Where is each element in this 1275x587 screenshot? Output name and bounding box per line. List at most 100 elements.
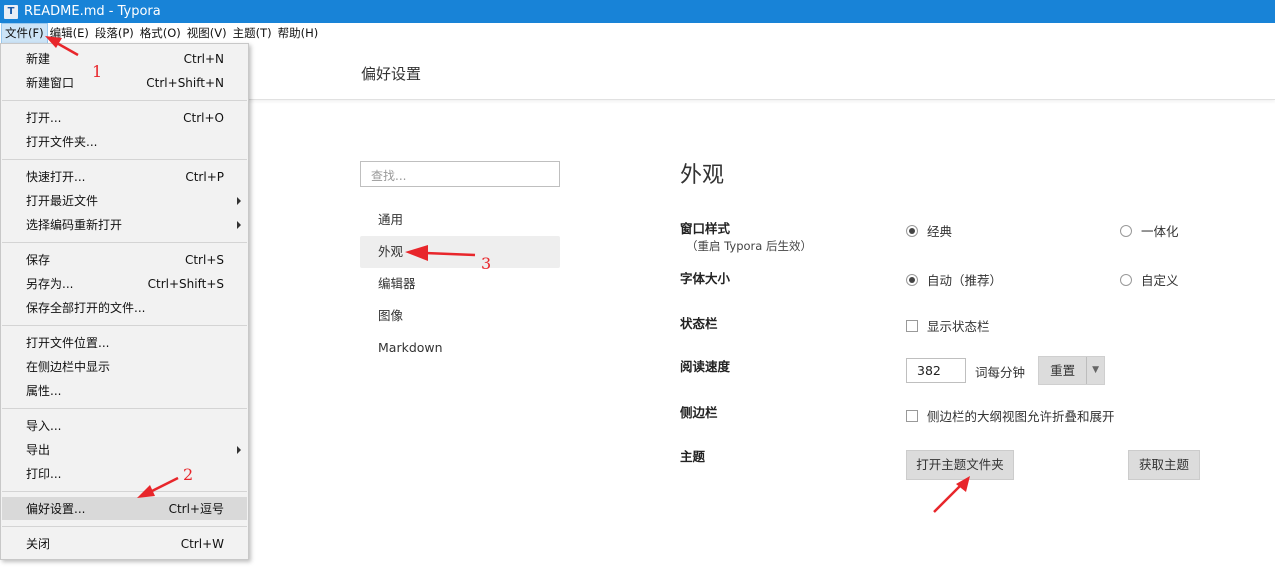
radio-label: 自定义 — [1141, 273, 1179, 288]
radio-label: 自动（推荐） — [927, 273, 1003, 288]
checkbox-label: 显示状态栏 — [927, 319, 990, 334]
menu-item-label: 在侧边栏中显示 — [26, 360, 111, 374]
reset-split-button: 重置 ▼ — [1038, 356, 1105, 385]
page-title: 偏好设置 — [361, 65, 422, 83]
typora-window: T README.md - Typora 文件(F) 编辑(E) 段落(P) 格… — [0, 0, 1275, 587]
file-menu-dropdown: 新建 Ctrl+N 新建窗口 Ctrl+Shift+N 打开... Ctrl+O… — [0, 43, 249, 560]
window-style-unified-radio[interactable]: 一体化 — [1120, 221, 1179, 240]
window-style-label: 窗口样式 — [680, 221, 731, 236]
submenu-arrow-icon — [237, 445, 241, 454]
window-style-note: （重启 Typora 后生效） — [686, 239, 812, 253]
menu-item-label: 偏好设置... — [26, 502, 86, 516]
menu-item-label: 打印... — [26, 467, 62, 481]
nav-item-general[interactable]: 通用 — [360, 204, 560, 236]
annotation-arrow-4 — [933, 485, 961, 513]
window-style-classic-radio[interactable]: 经典 — [906, 221, 952, 240]
theme-label: 主题 — [680, 449, 706, 464]
menu-item-open-location[interactable]: 打开文件位置... — [2, 331, 247, 354]
menu-item-label: 导出 — [26, 443, 51, 457]
menu-item-shortcut: Ctrl+Shift+S — [147, 276, 224, 291]
menu-item-save-as[interactable]: 另存为... Ctrl+Shift+S — [2, 272, 247, 295]
nav-item-editor[interactable]: 编辑器 — [360, 268, 560, 300]
menu-item-open[interactable]: 打开... Ctrl+O — [2, 106, 247, 129]
menu-item-open-folder[interactable]: 打开文件夹... — [2, 130, 247, 153]
reading-speed-input[interactable]: 382 — [906, 358, 966, 383]
menu-item-shortcut: Ctrl+Shift+N — [146, 75, 224, 90]
checkbox-unchecked-icon — [906, 409, 918, 422]
show-status-bar-checkbox[interactable]: 显示状态栏 — [906, 316, 990, 335]
nav-item-image[interactable]: 图像 — [360, 300, 560, 332]
checkbox-unchecked-icon — [906, 319, 918, 332]
radio-selected-icon — [906, 224, 918, 237]
menu-item-shortcut: Ctrl+O — [183, 110, 224, 125]
menu-separator — [2, 526, 247, 527]
submenu-arrow-icon — [237, 196, 241, 205]
menu-view[interactable]: 视图(V) — [184, 24, 230, 43]
menu-item-reveal-sidebar[interactable]: 在侧边栏中显示 — [2, 355, 247, 378]
radio-unselected-icon — [1120, 273, 1132, 286]
menu-item-save-all[interactable]: 保存全部打开的文件... — [2, 296, 247, 319]
radio-selected-icon — [906, 273, 918, 286]
reading-speed-unit: 词每分钟 — [975, 365, 1026, 380]
menu-item-close[interactable]: 关闭 Ctrl+W — [2, 532, 247, 555]
menu-item-export[interactable]: 导出 — [2, 438, 247, 461]
reset-button[interactable]: 重置 — [1039, 357, 1086, 384]
menu-item-new-window[interactable]: 新建窗口 Ctrl+Shift+N — [2, 71, 247, 94]
menu-bar: 文件(F) 编辑(E) 段落(P) 格式(O) 视图(V) 主题(T) 帮助(H… — [0, 23, 1275, 44]
menu-item-shortcut: Ctrl+逗号 — [168, 502, 224, 516]
menu-item-shortcut: Ctrl+P — [185, 169, 224, 184]
font-size-label: 字体大小 — [680, 271, 731, 286]
menu-item-label: 属性... — [26, 384, 62, 398]
nav-item-markdown[interactable]: Markdown — [360, 332, 560, 364]
open-theme-folder-button[interactable]: 打开主题文件夹 — [906, 450, 1014, 480]
menu-theme[interactable]: 主题(T) — [230, 24, 275, 43]
font-size-auto-radio[interactable]: 自动（推荐） — [906, 270, 1002, 289]
menu-separator — [2, 242, 247, 243]
menu-item-label: 导入... — [26, 419, 62, 433]
menu-separator — [2, 159, 247, 160]
menu-separator — [2, 100, 247, 101]
menu-item-quick-open[interactable]: 快速打开... Ctrl+P — [2, 165, 247, 188]
radio-label: 一体化 — [1141, 224, 1179, 239]
menu-item-label: 选择编码重新打开 — [26, 218, 123, 232]
menu-item-reopen-encoding[interactable]: 选择编码重新打开 — [2, 213, 247, 236]
menu-separator — [2, 491, 247, 492]
menu-paragraph[interactable]: 段落(P) — [92, 24, 137, 43]
menu-item-new[interactable]: 新建 Ctrl+N — [2, 47, 247, 70]
submenu-arrow-icon — [237, 220, 241, 229]
menu-item-label: 打开文件夹... — [26, 135, 98, 149]
menu-separator — [2, 408, 247, 409]
sidebar-label: 侧边栏 — [680, 405, 718, 420]
menu-item-shortcut: Ctrl+W — [180, 536, 224, 551]
status-bar-label: 状态栏 — [680, 316, 718, 331]
reading-speed-label: 阅读速度 — [680, 359, 731, 374]
menu-edit[interactable]: 编辑(E) — [47, 24, 92, 43]
menu-item-shortcut: Ctrl+S — [184, 252, 224, 267]
annotation-number-2: 2 — [183, 465, 194, 484]
menu-item-open-recent[interactable]: 打开最近文件 — [2, 189, 247, 212]
menu-item-label: 保存 — [26, 253, 51, 267]
preferences-header: 偏好设置 — [248, 44, 1275, 100]
menu-format[interactable]: 格式(O) — [137, 24, 184, 43]
menu-item-label: 另存为... — [26, 277, 74, 291]
menu-file[interactable]: 文件(F) — [1, 23, 48, 44]
menu-item-properties[interactable]: 属性... — [2, 379, 247, 402]
title-bar: T README.md - Typora — [0, 0, 1275, 23]
menu-item-label: 保存全部打开的文件... — [26, 301, 146, 315]
preferences-search-input[interactable]: 查找... — [360, 161, 560, 187]
get-themes-button[interactable]: 获取主题 — [1128, 450, 1200, 480]
menu-help[interactable]: 帮助(H) — [275, 24, 322, 43]
menu-item-shortcut: Ctrl+N — [183, 51, 224, 66]
menu-item-preferences[interactable]: 偏好设置... Ctrl+逗号 — [2, 497, 247, 520]
dropdown-arrow-icon[interactable]: ▼ — [1086, 357, 1104, 384]
nav-item-appearance[interactable]: 外观 — [360, 236, 560, 268]
menu-item-print[interactable]: 打印... — [2, 462, 247, 485]
font-size-custom-radio[interactable]: 自定义 — [1120, 270, 1179, 289]
menu-item-import[interactable]: 导入... — [2, 414, 247, 437]
menu-item-save[interactable]: 保存 Ctrl+S — [2, 248, 247, 271]
typora-app-icon: T — [4, 4, 18, 19]
menu-item-label: 关闭 — [26, 537, 51, 551]
outline-collapse-checkbox[interactable]: 侧边栏的大纲视图允许折叠和展开 — [906, 406, 1115, 425]
menu-item-label: 打开文件位置... — [26, 336, 110, 350]
preferences-nav: 通用 外观 编辑器 图像 Markdown — [360, 204, 560, 364]
